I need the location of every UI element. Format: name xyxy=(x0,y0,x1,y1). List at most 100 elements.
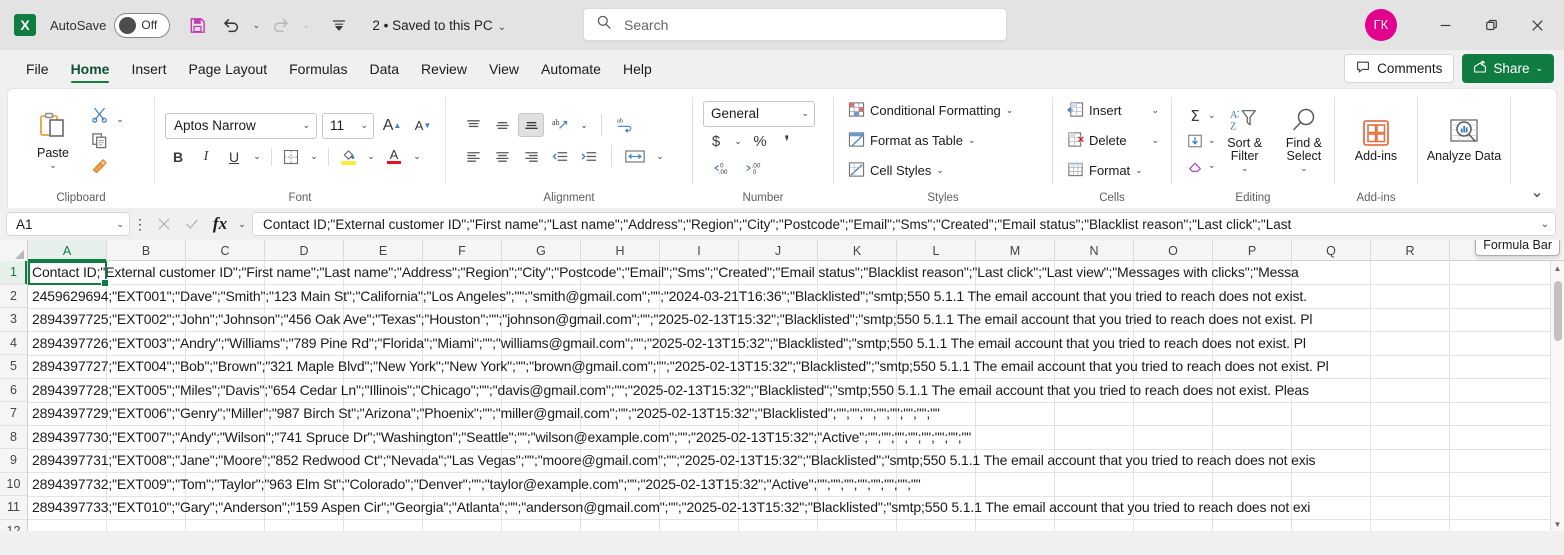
select-all-corner[interactable] xyxy=(0,240,28,261)
redo-dropdown-caret-icon[interactable]: ⌄ xyxy=(298,20,314,31)
tab-help[interactable]: Help xyxy=(612,50,663,88)
row-header-6[interactable]: 6 xyxy=(0,379,27,402)
tab-review[interactable]: Review xyxy=(410,50,478,88)
fx-caret-icon[interactable]: ⌄ xyxy=(234,219,250,230)
avatar[interactable]: ГК xyxy=(1365,9,1397,41)
tab-insert[interactable]: Insert xyxy=(120,50,177,88)
fill-caret-icon[interactable]: ⌄ xyxy=(1208,135,1216,146)
cell-styles-button[interactable]: Cell Styles ⌄ xyxy=(844,158,948,184)
fx-insert-function-icon[interactable]: fx xyxy=(206,212,234,236)
delete-cells-button[interactable]: Delete ⌄ xyxy=(1063,128,1163,154)
cells-area[interactable]: Contact ID;"External customer ID";"First… xyxy=(28,261,1564,531)
row-header-8[interactable]: 8 xyxy=(0,426,27,449)
column-header-d[interactable]: D xyxy=(265,240,344,261)
table-row[interactable]: 2894397732;"EXT009";"Tom";"Taylor";"963 … xyxy=(28,473,1564,497)
vertical-scrollbar[interactable]: ▲ ▼ xyxy=(1550,261,1564,531)
wrap-text-icon[interactable]: ab xyxy=(611,113,641,137)
align-middle-icon[interactable] xyxy=(489,113,515,137)
column-header-o[interactable]: O xyxy=(1134,240,1213,261)
vertical-scroll-thumb[interactable] xyxy=(1554,281,1562,341)
fill-color-caret-icon[interactable]: ⌄ xyxy=(363,151,379,162)
tab-formulas[interactable]: Formulas xyxy=(278,50,358,88)
tab-automate[interactable]: Automate xyxy=(530,50,612,88)
column-header-n[interactable]: N xyxy=(1055,240,1134,261)
enter-check-icon[interactable] xyxy=(178,212,206,236)
table-row[interactable]: 2894397725;"EXT002";"John";"Johnson";"45… xyxy=(28,308,1564,332)
column-header-k[interactable]: K xyxy=(818,240,897,261)
increase-indent-icon[interactable] xyxy=(576,144,602,168)
format-as-table-button[interactable]: Format as Table ⌄ xyxy=(844,128,980,154)
table-row[interactable]: 2894397728;"EXT005";"Miles";"Davis";"654… xyxy=(28,379,1564,403)
column-header-h[interactable]: H xyxy=(581,240,660,261)
font-color-icon[interactable]: A xyxy=(381,145,407,169)
formula-bar-options-icon[interactable]: ⋮ xyxy=(130,216,150,233)
align-center-icon[interactable] xyxy=(489,144,515,168)
autosum-sigma-icon[interactable]: Σ xyxy=(1182,104,1208,128)
row-header-7[interactable]: 7 xyxy=(0,402,27,426)
fill-down-icon[interactable] xyxy=(1182,129,1208,153)
sort-and-filter-button[interactable]: A Z Sort & Filter ⌄ xyxy=(1216,105,1274,176)
merge-and-center-icon[interactable] xyxy=(621,144,649,168)
currency-format-button[interactable]: $ xyxy=(703,130,729,154)
cut-scissors-icon[interactable] xyxy=(86,103,112,127)
underline-caret-icon[interactable]: ⌄ xyxy=(249,151,265,162)
redo-icon[interactable] xyxy=(264,8,298,42)
row-header-10[interactable]: 10 xyxy=(0,473,27,496)
table-row[interactable]: 2459629694;"EXT001";"Dave";"Smith";"123 … xyxy=(28,285,1564,309)
tab-view[interactable]: View xyxy=(478,50,530,88)
align-left-icon[interactable] xyxy=(460,144,486,168)
autosum-caret-icon[interactable]: ⌄ xyxy=(1208,110,1216,121)
paste-button[interactable]: Paste ⌄ xyxy=(22,109,84,173)
number-format-select[interactable]: General ⌄ xyxy=(703,100,815,127)
column-header-r[interactable]: R xyxy=(1371,240,1450,261)
save-icon[interactable] xyxy=(180,8,214,42)
format-painter-icon[interactable] xyxy=(86,155,112,179)
formula-input[interactable]: Contact ID;"External customer ID";"First… xyxy=(252,212,1556,236)
fill-color-icon[interactable] xyxy=(335,145,361,169)
tab-page-layout[interactable]: Page Layout xyxy=(177,50,278,88)
column-header-q[interactable]: Q xyxy=(1292,240,1371,261)
borders-icon[interactable] xyxy=(278,145,304,169)
column-header-l[interactable]: L xyxy=(897,240,976,261)
italic-button[interactable]: I xyxy=(193,145,219,169)
clear-eraser-icon[interactable] xyxy=(1182,154,1208,178)
scroll-down-arrow-icon[interactable]: ▼ xyxy=(1551,517,1564,531)
find-and-select-button[interactable]: Find & Select ⌄ xyxy=(1274,105,1334,176)
insert-cells-button[interactable]: Insert ⌄ xyxy=(1063,98,1163,124)
expand-formula-bar-caret-icon[interactable]: ⌄ xyxy=(1541,219,1549,230)
tab-data[interactable]: Data xyxy=(358,50,410,88)
share-button[interactable]: Share ⌄ xyxy=(1462,54,1554,83)
decrease-indent-icon[interactable] xyxy=(547,144,573,168)
font-size-select[interactable]: 11 ⌄ xyxy=(322,112,374,139)
conditional-formatting-button[interactable]: Conditional Formatting ⌄ xyxy=(844,98,1017,124)
row-header-3[interactable]: 3 xyxy=(0,308,27,332)
table-row[interactable]: 2894397726;"EXT003";"Andry";"Williams";"… xyxy=(28,332,1564,356)
add-ins-button[interactable]: Add-ins xyxy=(1349,116,1403,165)
name-box[interactable]: A1 ⌄ xyxy=(6,212,130,236)
collapse-ribbon-caret-icon[interactable]: ⌄ xyxy=(1526,182,1548,202)
text-orientation-icon[interactable]: ab xyxy=(547,113,573,137)
analyze-data-button[interactable]: Analyze Data xyxy=(1421,116,1507,165)
search-bar[interactable]: Search xyxy=(583,8,1007,41)
column-header-f[interactable]: F xyxy=(423,240,502,261)
orientation-caret-icon[interactable]: ⌄ xyxy=(576,120,592,131)
increase-font-size-icon[interactable]: A ▲ xyxy=(379,114,405,138)
align-top-icon[interactable] xyxy=(460,113,486,137)
row-header-4[interactable]: 4 xyxy=(0,332,27,355)
format-cells-button[interactable]: Format ⌄ xyxy=(1063,158,1163,184)
table-row[interactable] xyxy=(28,520,1564,532)
tab-home[interactable]: Home xyxy=(60,50,121,88)
font-name-select[interactable]: Aptos Narrow ⌄ xyxy=(165,112,317,139)
clipboard-more-caret-icon[interactable]: ⌄ xyxy=(112,114,128,125)
decrease-font-size-icon[interactable]: A ▼ xyxy=(410,114,436,138)
row-header-5[interactable]: 5 xyxy=(0,355,27,379)
column-header-a[interactable]: A xyxy=(28,240,107,261)
comments-button[interactable]: Comments xyxy=(1344,54,1455,83)
row-header-12[interactable]: 12 xyxy=(0,520,27,531)
autosave-toggle[interactable]: Off xyxy=(114,12,171,38)
borders-caret-icon[interactable]: ⌄ xyxy=(306,151,322,162)
percent-format-button[interactable]: % xyxy=(747,130,773,154)
column-header-c[interactable]: C xyxy=(186,240,265,261)
column-header-g[interactable]: G xyxy=(502,240,581,261)
copy-icon[interactable] xyxy=(86,129,112,153)
